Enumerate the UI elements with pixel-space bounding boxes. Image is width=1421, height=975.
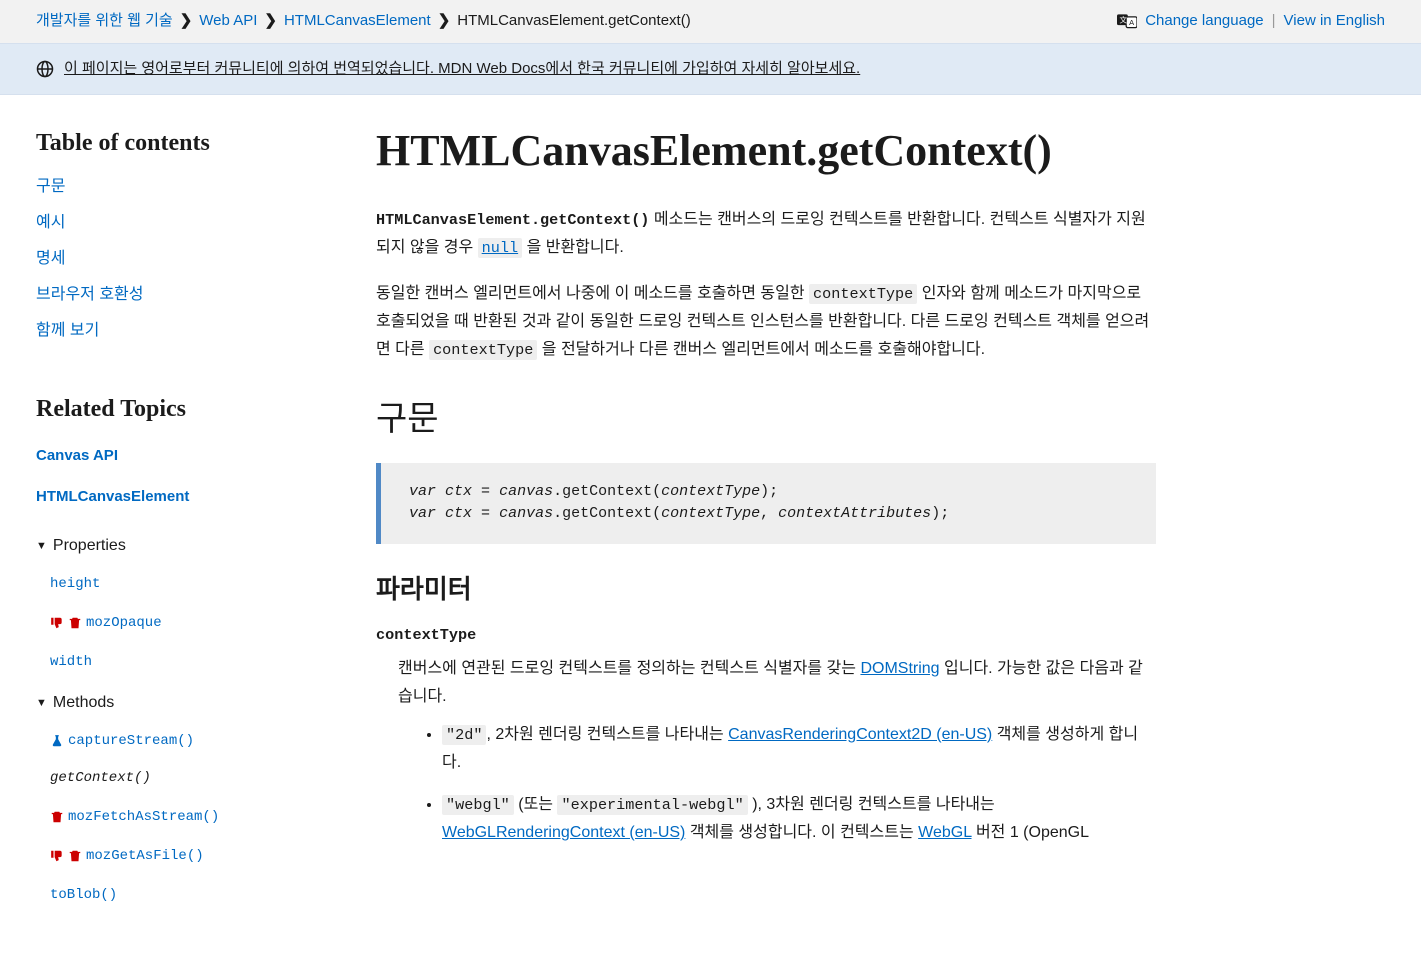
toc-item[interactable]: 구문: [36, 178, 65, 195]
toc-heading: Table of contents: [36, 125, 336, 161]
method-item[interactable]: mozFetchAsStream(): [50, 805, 336, 828]
change-language-button[interactable]: Change language: [1145, 10, 1263, 33]
context-paragraph: 동일한 캔버스 엘리먼트에서 나중에 이 메소드를 호출하면 동일한 conte…: [376, 280, 1156, 364]
method-item-current: getContext(): [50, 768, 336, 789]
breadcrumb-bar: 개발자를 위한 웹 기술 ❯ Web API ❯ HTMLCanvasEleme…: [0, 0, 1421, 43]
toc-item[interactable]: 예시: [36, 214, 65, 231]
property-item[interactable]: mozOpaque: [50, 611, 336, 634]
thumbs-down-icon: [50, 616, 64, 630]
translation-notice-link[interactable]: 이 페이지는 영어로부터 커뮤니티에 의하여 번역되었습니다. MDN Web …: [64, 58, 860, 81]
svg-text:文: 文: [1120, 15, 1128, 25]
method-name-code: HTMLCanvasElement.getContext(): [376, 211, 649, 229]
trash-icon: [50, 810, 64, 824]
breadcrumb-separator: ❯: [180, 10, 193, 33]
context-type-code: contextType: [429, 340, 537, 360]
intro-paragraph: HTMLCanvasElement.getContext() 메소드는 캔버스의…: [376, 206, 1156, 262]
param-name: contextType: [376, 623, 1156, 647]
triangle-down-icon: ▼: [36, 695, 47, 712]
webgl-context-link[interactable]: WebGLRenderingContext (en-US): [442, 824, 685, 841]
breadcrumb: 개발자를 위한 웹 기술 ❯ Web API ❯ HTMLCanvasEleme…: [36, 10, 691, 33]
article: HTMLCanvasElement.getContext() HTMLCanva…: [376, 125, 1156, 922]
null-link[interactable]: null: [478, 239, 522, 256]
related-element-link[interactable]: HTMLCanvasElement: [36, 486, 336, 509]
related-api-link[interactable]: Canvas API: [36, 445, 336, 468]
method-item[interactable]: captureStream(): [50, 729, 336, 752]
breadcrumb-item[interactable]: 개발자를 위한 웹 기술: [36, 10, 173, 33]
parameters-heading: 파라미터: [376, 570, 1156, 609]
breadcrumb-separator: ❯: [438, 10, 451, 33]
related-heading: Related Topics: [36, 391, 336, 427]
syntax-code-block: var ctx = canvas.getContext(contextType)…: [376, 463, 1156, 544]
trash-icon: [68, 616, 82, 630]
toc-item[interactable]: 브라우저 호환성: [36, 286, 144, 303]
methods-toggle[interactable]: ▼ Methods: [36, 691, 336, 715]
breadcrumb-separator: ❯: [264, 10, 277, 33]
view-english-button[interactable]: View in English: [1284, 10, 1385, 33]
method-item[interactable]: toBlob(): [50, 883, 336, 906]
translation-notice: 이 페이지는 영어로부터 커뮤니티에 의하여 번역되었습니다. MDN Web …: [0, 43, 1421, 96]
language-switcher: 文A Change language | View in English: [1117, 10, 1385, 33]
thumbs-down-icon: [50, 849, 64, 863]
trash-icon: [68, 849, 82, 863]
triangle-down-icon: ▼: [36, 538, 47, 555]
syntax-heading: 구문: [376, 394, 1156, 445]
properties-toggle[interactable]: ▼ Properties: [36, 534, 336, 558]
param-value-item: "2d", 2차원 렌더링 컨텍스트를 나타내는 CanvasRendering…: [442, 721, 1156, 777]
property-item[interactable]: width: [50, 650, 336, 673]
toc-list: 구문 예시 명세 브라우저 호환성 함께 보기: [36, 175, 336, 343]
breadcrumb-item[interactable]: Web API: [199, 10, 257, 33]
toc-item[interactable]: 명세: [36, 250, 65, 267]
breadcrumb-item[interactable]: HTMLCanvasElement: [284, 10, 431, 33]
param-description: 캔버스에 연관된 드로잉 컨텍스트를 정의하는 컨텍스트 식별자를 갖는 DOM…: [398, 655, 1156, 847]
method-item[interactable]: mozGetAsFile(): [50, 844, 336, 867]
canvas2d-link[interactable]: CanvasRenderingContext2D (en-US): [728, 726, 992, 743]
sidebar: Table of contents 구문 예시 명세 브라우저 호환성 함께 보…: [36, 125, 336, 922]
methods-label: Methods: [53, 691, 114, 715]
flask-icon: [50, 734, 64, 748]
properties-label: Properties: [53, 534, 126, 558]
domstring-link[interactable]: DOMString: [860, 660, 939, 677]
methods-list: captureStream() getContext() mozFetchAsS…: [36, 729, 336, 906]
toc-item[interactable]: 함께 보기: [36, 322, 99, 339]
globe-icon: [36, 60, 54, 78]
page-title: HTMLCanvasElement.getContext(): [376, 125, 1156, 178]
context-type-code: contextType: [809, 284, 917, 304]
properties-list: height mozOpaque width: [36, 572, 336, 673]
param-value-item: "webgl" (또는 "experimental-webgl" ), 3차원 …: [442, 791, 1156, 847]
svg-text:A: A: [1129, 18, 1134, 27]
property-item[interactable]: height: [50, 572, 336, 595]
divider: |: [1272, 10, 1276, 33]
webgl-link[interactable]: WebGL: [918, 824, 971, 841]
translate-icon: 文A: [1117, 12, 1137, 30]
breadcrumb-current: HTMLCanvasElement.getContext(): [457, 10, 690, 33]
